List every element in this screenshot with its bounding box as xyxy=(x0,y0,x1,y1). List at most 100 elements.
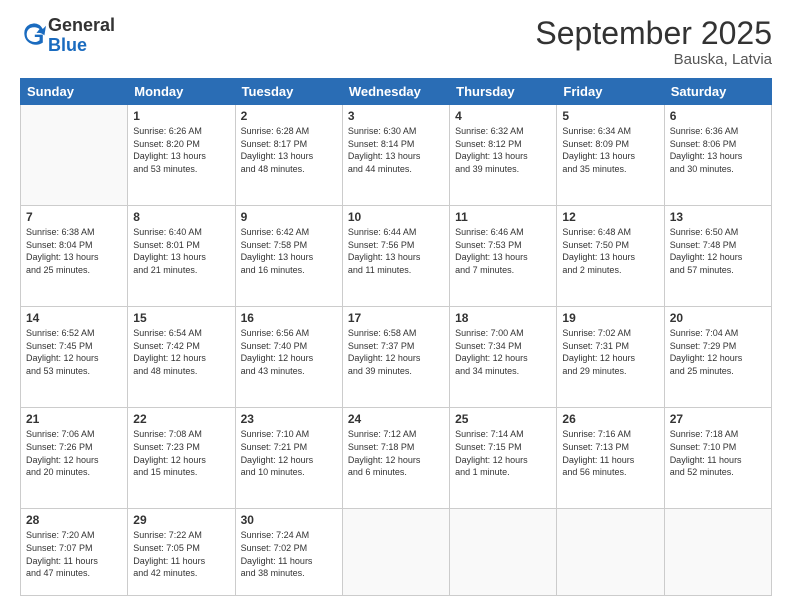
week-row-0: 1Sunrise: 6:26 AM Sunset: 8:20 PM Daylig… xyxy=(21,105,772,206)
table-row: 14 Sunrise: 6:52 AM Sunset: 7:45 PM Dayli… xyxy=(21,307,128,408)
table-row xyxy=(342,509,449,596)
day-info: Sunrise: 6:48 AM Sunset: 7:50 PM Dayligh… xyxy=(562,226,658,276)
col-monday: Monday xyxy=(128,79,235,105)
calendar-table: Sunday Monday Tuesday Wednesday Thursday… xyxy=(20,78,772,596)
table-row: 22 Sunrise: 7:08 AM Sunset: 7:23 PM Dayli… xyxy=(128,408,235,509)
table-row: 8 Sunrise: 6:40 AM Sunset: 8:01 PM Daylig… xyxy=(128,206,235,307)
day-number: 7 xyxy=(26,210,122,224)
day-info: Sunrise: 7:18 AM Sunset: 7:10 PM Dayligh… xyxy=(670,428,766,478)
day-number: 5 xyxy=(562,109,658,123)
table-row xyxy=(21,105,128,206)
table-row xyxy=(557,509,664,596)
day-info: Sunrise: 7:02 AM Sunset: 7:31 PM Dayligh… xyxy=(562,327,658,377)
day-info: Sunrise: 6:50 AM Sunset: 7:48 PM Dayligh… xyxy=(670,226,766,276)
day-number: 8 xyxy=(133,210,229,224)
col-tuesday: Tuesday xyxy=(235,79,342,105)
table-row: 30 Sunrise: 7:24 AM Sunset: 7:02 PM Dayli… xyxy=(235,509,342,596)
day-number: 29 xyxy=(133,513,229,527)
day-info: Sunrise: 6:44 AM Sunset: 7:56 PM Dayligh… xyxy=(348,226,444,276)
table-row: 18 Sunrise: 7:00 AM Sunset: 7:34 PM Dayli… xyxy=(450,307,557,408)
table-row: 25 Sunrise: 7:14 AM Sunset: 7:15 PM Dayli… xyxy=(450,408,557,509)
day-number: 13 xyxy=(670,210,766,224)
day-info: Sunrise: 6:46 AM Sunset: 7:53 PM Dayligh… xyxy=(455,226,551,276)
col-friday: Friday xyxy=(557,79,664,105)
calendar-title: September 2025 xyxy=(535,16,772,51)
day-number: 6 xyxy=(670,109,766,123)
day-number: 11 xyxy=(455,210,551,224)
day-number: 19 xyxy=(562,311,658,325)
day-info: Sunrise: 7:10 AM Sunset: 7:21 PM Dayligh… xyxy=(241,428,337,478)
day-info: Sunrise: 6:52 AM Sunset: 7:45 PM Dayligh… xyxy=(26,327,122,377)
table-row: 13 Sunrise: 6:50 AM Sunset: 7:48 PM Dayli… xyxy=(664,206,771,307)
day-number: 28 xyxy=(26,513,122,527)
table-row: 10 Sunrise: 6:44 AM Sunset: 7:56 PM Dayli… xyxy=(342,206,449,307)
table-row: 11 Sunrise: 6:46 AM Sunset: 7:53 PM Dayli… xyxy=(450,206,557,307)
day-info: Sunrise: 6:36 AM Sunset: 8:06 PM Dayligh… xyxy=(670,125,766,175)
week-row-4: 28 Sunrise: 7:20 AM Sunset: 7:07 PM Dayli… xyxy=(21,509,772,596)
day-number: 26 xyxy=(562,412,658,426)
day-number: 21 xyxy=(26,412,122,426)
day-info: Sunrise: 7:24 AM Sunset: 7:02 PM Dayligh… xyxy=(241,529,337,579)
table-row: 16 Sunrise: 6:56 AM Sunset: 7:40 PM Dayli… xyxy=(235,307,342,408)
day-info: Sunrise: 7:04 AM Sunset: 7:29 PM Dayligh… xyxy=(670,327,766,377)
day-number: 9 xyxy=(241,210,337,224)
day-number: 18 xyxy=(455,311,551,325)
day-info: Sunrise: 6:34 AM Sunset: 8:09 PM Dayligh… xyxy=(562,125,658,175)
day-info: Sunrise: 6:42 AM Sunset: 7:58 PM Dayligh… xyxy=(241,226,337,276)
day-number: 10 xyxy=(348,210,444,224)
day-info: Sunrise: 6:28 AM Sunset: 8:17 PM Dayligh… xyxy=(241,125,337,175)
table-row: 15 Sunrise: 6:54 AM Sunset: 7:42 PM Dayli… xyxy=(128,307,235,408)
week-row-1: 7 Sunrise: 6:38 AM Sunset: 8:04 PM Daylig… xyxy=(21,206,772,307)
table-row: 27 Sunrise: 7:18 AM Sunset: 7:10 PM Dayli… xyxy=(664,408,771,509)
day-number: 15 xyxy=(133,311,229,325)
day-info: Sunrise: 7:06 AM Sunset: 7:26 PM Dayligh… xyxy=(26,428,122,478)
logo-general-text: General xyxy=(48,15,115,35)
table-row: 19 Sunrise: 7:02 AM Sunset: 7:31 PM Dayli… xyxy=(557,307,664,408)
day-info: Sunrise: 6:26 AM Sunset: 8:20 PM Dayligh… xyxy=(133,125,229,175)
day-info: Sunrise: 7:20 AM Sunset: 7:07 PM Dayligh… xyxy=(26,529,122,579)
day-number: 17 xyxy=(348,311,444,325)
day-info: Sunrise: 6:40 AM Sunset: 8:01 PM Dayligh… xyxy=(133,226,229,276)
page: General Blue September 2025 Bauska, Latv… xyxy=(0,0,792,612)
table-row xyxy=(664,509,771,596)
day-number: 27 xyxy=(670,412,766,426)
day-number: 20 xyxy=(670,311,766,325)
day-info: Sunrise: 7:16 AM Sunset: 7:13 PM Dayligh… xyxy=(562,428,658,478)
day-info: Sunrise: 7:14 AM Sunset: 7:15 PM Dayligh… xyxy=(455,428,551,478)
day-info: Sunrise: 7:12 AM Sunset: 7:18 PM Dayligh… xyxy=(348,428,444,478)
table-row: 28 Sunrise: 7:20 AM Sunset: 7:07 PM Dayli… xyxy=(21,509,128,596)
col-thursday: Thursday xyxy=(450,79,557,105)
logo: General Blue xyxy=(20,16,115,56)
day-number: 3 xyxy=(348,109,444,123)
table-row: 23 Sunrise: 7:10 AM Sunset: 7:21 PM Dayli… xyxy=(235,408,342,509)
table-row: 1Sunrise: 6:26 AM Sunset: 8:20 PM Daylig… xyxy=(128,105,235,206)
day-info: Sunrise: 6:54 AM Sunset: 7:42 PM Dayligh… xyxy=(133,327,229,377)
table-row: 6 Sunrise: 6:36 AM Sunset: 8:06 PM Daylig… xyxy=(664,105,771,206)
title-block: September 2025 Bauska, Latvia xyxy=(535,16,772,68)
table-row: 20 Sunrise: 7:04 AM Sunset: 7:29 PM Dayli… xyxy=(664,307,771,408)
day-number: 24 xyxy=(348,412,444,426)
day-number: 22 xyxy=(133,412,229,426)
day-number: 25 xyxy=(455,412,551,426)
day-info: Sunrise: 6:38 AM Sunset: 8:04 PM Dayligh… xyxy=(26,226,122,276)
day-number: 30 xyxy=(241,513,337,527)
week-row-3: 21 Sunrise: 7:06 AM Sunset: 7:26 PM Dayli… xyxy=(21,408,772,509)
table-row: 17Sunrise: 6:58 AM Sunset: 7:37 PM Dayli… xyxy=(342,307,449,408)
table-row: 12 Sunrise: 6:48 AM Sunset: 7:50 PM Dayli… xyxy=(557,206,664,307)
day-info: Sunrise: 6:30 AM Sunset: 8:14 PM Dayligh… xyxy=(348,125,444,175)
header-row: Sunday Monday Tuesday Wednesday Thursday… xyxy=(21,79,772,105)
day-number: 14 xyxy=(26,311,122,325)
day-info: Sunrise: 7:00 AM Sunset: 7:34 PM Dayligh… xyxy=(455,327,551,377)
day-info: Sunrise: 6:32 AM Sunset: 8:12 PM Dayligh… xyxy=(455,125,551,175)
day-number: 23 xyxy=(241,412,337,426)
day-info: Sunrise: 6:56 AM Sunset: 7:40 PM Dayligh… xyxy=(241,327,337,377)
logo-icon xyxy=(22,21,46,45)
table-row: 9 Sunrise: 6:42 AM Sunset: 7:58 PM Daylig… xyxy=(235,206,342,307)
table-row xyxy=(450,509,557,596)
day-info: Sunrise: 7:08 AM Sunset: 7:23 PM Dayligh… xyxy=(133,428,229,478)
day-number: 16 xyxy=(241,311,337,325)
col-wednesday: Wednesday xyxy=(342,79,449,105)
table-row: 21 Sunrise: 7:06 AM Sunset: 7:26 PM Dayli… xyxy=(21,408,128,509)
day-number: 12 xyxy=(562,210,658,224)
table-row: 5 Sunrise: 6:34 AM Sunset: 8:09 PM Daylig… xyxy=(557,105,664,206)
